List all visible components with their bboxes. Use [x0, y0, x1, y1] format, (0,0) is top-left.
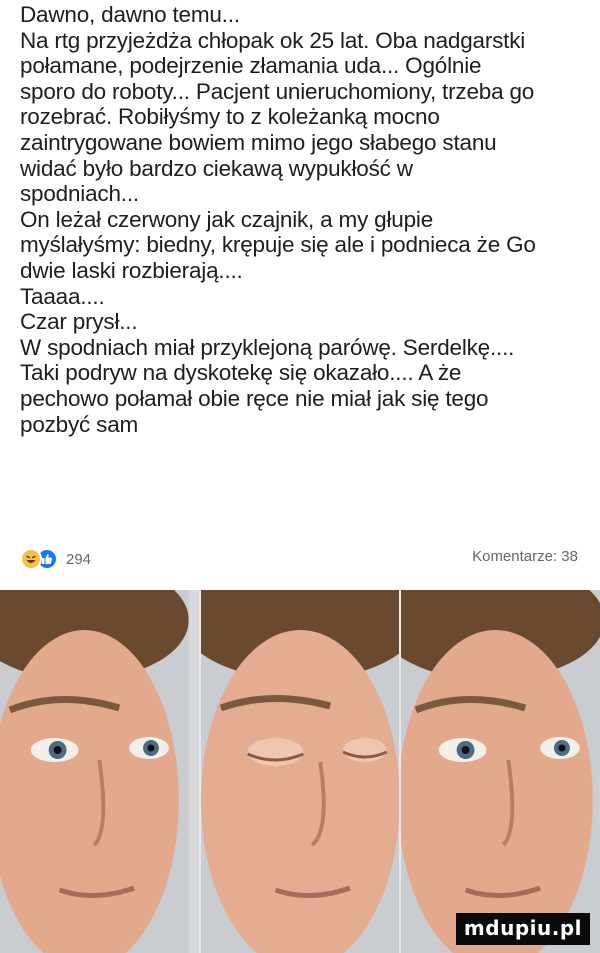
- post-line: połamane, podejrzenie złamania uda... Og…: [20, 53, 482, 79]
- meme-panel-eyes-open: [399, 590, 600, 953]
- post-line: Taaaa....: [20, 283, 105, 309]
- post-line: spodniach...: [20, 181, 139, 207]
- meme-panel-eyes-closed: [198, 590, 400, 953]
- site-watermark: mdupiu.pl: [455, 913, 590, 945]
- post-line: Na rtg przyjeżdża chłopak ok 25 lat. Oba…: [20, 27, 526, 53]
- reaction-count: 294: [66, 550, 92, 568]
- post-line: pechowo połamał obie ręce nie miał jak s…: [20, 385, 489, 411]
- post-line: Dawno, dawno temu...: [20, 2, 240, 27]
- post-line: sporo do roboty... Pacjent unieruchomion…: [20, 78, 535, 104]
- post-line: On leżał czerwony jak czajnik, a my głup…: [20, 206, 434, 232]
- post-line: Taki podryw na dyskotekę się okazało....…: [20, 360, 462, 386]
- meme-image: mdupiu.pl: [0, 590, 600, 953]
- post-line: widać było bardzo ciekawą wypukłość w: [20, 155, 413, 181]
- facebook-post: Dawno, dawno temu... Na rtg przyjeżdża c…: [0, 0, 600, 583]
- post-line: W spodniach miał przyklejoną parówę. Ser…: [20, 334, 515, 360]
- post-text: Dawno, dawno temu... Na rtg przyjeżdża c…: [20, 2, 585, 437]
- reactions-summary[interactable]: 294: [20, 548, 91, 570]
- comments-link[interactable]: Komentarze: 38: [472, 548, 578, 565]
- post-line: myślałyśmy: biedny, krępuje się ale i po…: [20, 232, 536, 258]
- post-line: rozebrać. Robiłyśmy to z koleżanką mocno: [20, 104, 440, 130]
- post-line: Czar prysł...: [20, 309, 138, 335]
- post-line: pozbyć sam: [20, 411, 139, 437]
- haha-reaction-icon: [20, 548, 42, 570]
- post-line: dwie laski rozbierają....: [20, 257, 243, 283]
- meme-panel-eyes-open: [0, 590, 199, 953]
- post-line: zaintrygowane bowiem mimo jego słabego s…: [20, 129, 497, 155]
